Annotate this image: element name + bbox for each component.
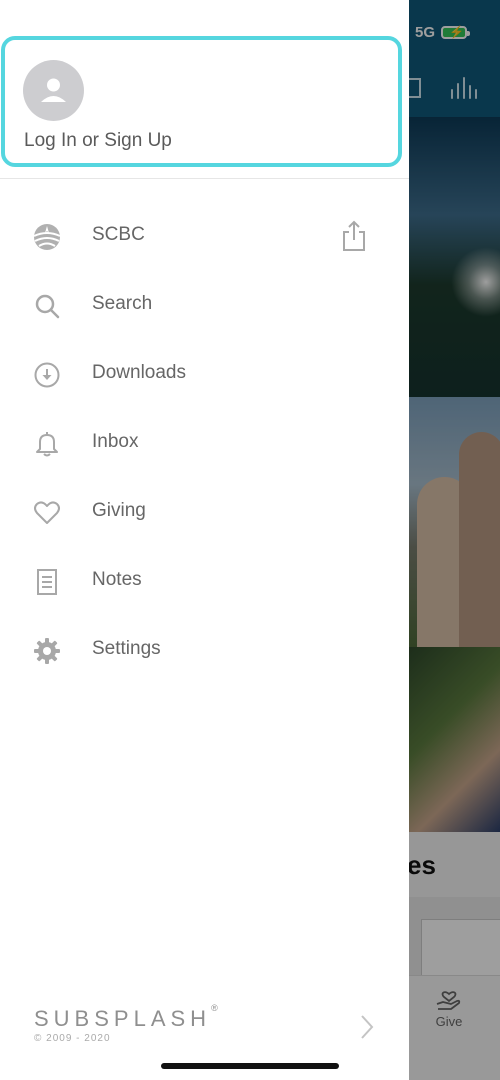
brand-name: SUBSPLASH® [34, 1003, 218, 1031]
chevron-right-icon[interactable] [357, 1013, 377, 1041]
avatar-placeholder-icon [23, 60, 84, 121]
menu-item-label: Notes [92, 569, 142, 590]
menu-item-label: Inbox [92, 431, 139, 452]
download-icon [32, 360, 62, 390]
menu-item-inbox[interactable]: Inbox [0, 409, 409, 478]
menu-item-giving[interactable]: Giving [0, 478, 409, 547]
login-signup-button[interactable]: Log In or Sign Up [1, 36, 402, 167]
background-app: 5G ⚡ es Give [409, 0, 500, 1080]
brand-copyright: © 2009 - 2020 [34, 1033, 111, 1044]
menu-item-label: Settings [92, 638, 161, 659]
share-icon [343, 220, 365, 251]
bell-icon [32, 429, 62, 459]
home-indicator[interactable] [161, 1063, 339, 1069]
menu-item-search[interactable]: Search [0, 271, 409, 340]
subsplash-brand: SUBSPLASH® © 2009 - 2020 [34, 1003, 218, 1044]
menu-item-label: Downloads [92, 362, 186, 383]
heart-icon [32, 498, 62, 528]
menu-item-label: Search [92, 293, 153, 314]
side-drawer: Log In or Sign Up SCBC Search Downloads … [0, 0, 409, 1080]
church-logo-icon [32, 222, 62, 252]
notes-icon [32, 567, 62, 597]
divider [0, 178, 409, 179]
menu-item-label: SCBC [92, 224, 145, 245]
menu-item-settings[interactable]: Settings [0, 616, 409, 685]
menu-item-downloads[interactable]: Downloads [0, 340, 409, 409]
search-icon [32, 291, 62, 321]
menu-item-notes[interactable]: Notes [0, 547, 409, 616]
login-label: Log In or Sign Up [24, 130, 172, 151]
share-button[interactable] [338, 218, 370, 254]
gear-icon [32, 636, 62, 666]
dim-overlay[interactable] [409, 0, 500, 1080]
menu-item-scbc[interactable]: SCBC [0, 202, 409, 271]
menu-item-label: Giving [92, 500, 146, 521]
